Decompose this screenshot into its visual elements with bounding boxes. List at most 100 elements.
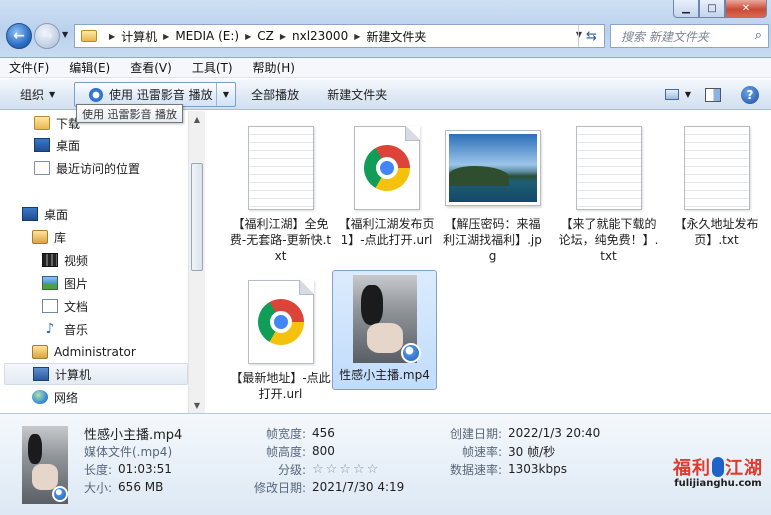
- breadcrumb: ▶ 计算机 ▶ MEDIA (E:) ▶ CZ ▶ nxl23000 ▶ 新建文…: [103, 28, 426, 45]
- sidebar-scrollbar[interactable]: ▲ ▼: [188, 111, 205, 413]
- sidebar-item-recent-places[interactable]: 最近访问的位置: [34, 157, 205, 179]
- sidebar-item-label: 桌面: [56, 138, 81, 153]
- download-folder-icon: [34, 116, 50, 130]
- menu-edit[interactable]: 编辑(E): [66, 59, 113, 76]
- search-placeholder: 搜索 新建文件夹: [621, 29, 709, 44]
- navigation-pane: 下载 桌面 最近访问的位置 桌面 库 视频 图片 文档 ♪ 音乐 Adminis…: [0, 111, 205, 413]
- file-item[interactable]: 【永久地址发布页】.txt: [664, 119, 769, 265]
- play-with-button[interactable]: 使用 迅雷影音 播放: [75, 83, 217, 106]
- menu-help[interactable]: 帮助(H): [250, 59, 298, 76]
- scrollbar-thumb[interactable]: [191, 163, 203, 271]
- play-all-label: 全部播放: [251, 87, 300, 102]
- file-item-selected[interactable]: 性感小主播.mp4: [332, 270, 437, 390]
- details-column-2: 帧宽度: 456 帧高度: 800 分级: ☆☆☆☆☆ 修改日期: 2021/7/30 …: [254, 424, 404, 496]
- file-list: 【福利江湖】全免费-无套路-更新快.txt 【福利江湖发布页1】-点此打开.ur…: [206, 111, 771, 413]
- text-file-icon: [683, 126, 750, 210]
- sidebar-item-label: 图片: [64, 276, 89, 291]
- minimize-button[interactable]: ▁: [673, 0, 699, 18]
- file-name: 【福利江湖】全免费-无套路-更新快.txt: [229, 217, 332, 263]
- forward-button[interactable]: →: [34, 23, 60, 49]
- breadcrumb-item[interactable]: 计算机: [121, 28, 157, 45]
- desktop-icon: [34, 138, 50, 152]
- refresh-button[interactable]: ⇆: [578, 25, 604, 47]
- chrome-url-icon: [353, 126, 420, 210]
- close-button[interactable]: ✕: [725, 0, 767, 18]
- details-bitrate-label: 数据速率:: [449, 462, 502, 477]
- sidebar-item-label: 库: [54, 230, 67, 245]
- text-file-icon: [575, 126, 642, 210]
- chevron-down-icon: ▼: [49, 89, 56, 99]
- menu-file[interactable]: 文件(F): [6, 59, 52, 76]
- back-button[interactable]: ←: [6, 23, 32, 49]
- menu-tools[interactable]: 工具(T): [189, 59, 236, 76]
- chevron-down-icon[interactable]: ▼: [685, 90, 691, 99]
- help-icon[interactable]: ?: [741, 85, 759, 104]
- scroll-up-icon[interactable]: ▲: [189, 111, 205, 127]
- sidebar-item-music[interactable]: ♪ 音乐: [42, 318, 205, 340]
- breadcrumb-item[interactable]: 新建文件夹: [366, 28, 426, 45]
- chrome-url-icon: [247, 280, 314, 364]
- sidebar-item-label: 计算机: [55, 367, 92, 382]
- sidebar-item-videos[interactable]: 视频: [42, 249, 205, 271]
- sidebar-item-network[interactable]: 网络: [32, 386, 205, 408]
- breadcrumb-item[interactable]: nxl23000: [292, 29, 348, 43]
- play-all-button[interactable]: 全部播放: [243, 81, 307, 107]
- breadcrumb-item[interactable]: MEDIA (E:): [175, 29, 239, 43]
- details-height: 800: [312, 444, 335, 458]
- arrow-left-icon: ←: [13, 28, 25, 44]
- file-item[interactable]: 【最新地址】-点此打开.url: [228, 273, 333, 419]
- file-item[interactable]: 【福利江湖】全免费-无套路-更新快.txt: [228, 119, 333, 265]
- address-bar[interactable]: ▶ 计算机 ▶ MEDIA (E:) ▶ CZ ▶ nxl23000 ▶ 新建文…: [74, 24, 605, 48]
- chrome-icon: [257, 299, 304, 345]
- recent-pages-dropdown[interactable]: ▼: [62, 30, 68, 39]
- sidebar-item-libraries[interactable]: 库: [32, 226, 205, 248]
- sidebar-item-label: 文档: [64, 299, 89, 314]
- arrow-right-icon: →: [41, 28, 53, 44]
- file-name: 【永久地址发布页】.txt: [674, 217, 759, 247]
- details-length: 01:03:51: [118, 462, 172, 476]
- details-size: 656 MB: [118, 480, 164, 494]
- sidebar-item-pictures[interactable]: 图片: [42, 272, 205, 294]
- chevron-right-icon[interactable]: ▶: [163, 32, 169, 41]
- chevron-right-icon[interactable]: ▶: [109, 32, 115, 41]
- sidebar-item-documents[interactable]: 文档: [42, 295, 205, 317]
- sidebar-item-label: 网络: [54, 390, 79, 405]
- file-item[interactable]: 【福利江湖发布页1】-点此打开.url: [334, 119, 439, 265]
- play-with-label: 使用 迅雷影音 播放: [109, 88, 213, 102]
- breadcrumb-item[interactable]: CZ: [257, 29, 274, 43]
- maximize-button[interactable]: □: [699, 0, 725, 18]
- sidebar-item-label: Administrator: [54, 345, 136, 359]
- search-icon[interactable]: ⌕: [755, 28, 762, 43]
- folder-icon: [81, 30, 97, 42]
- pictures-library-icon: [42, 276, 58, 290]
- menu-view[interactable]: 查看(V): [127, 59, 175, 76]
- sidebar-item-desktop[interactable]: 桌面: [22, 203, 205, 225]
- details-width-label: 帧宽度:: [265, 426, 306, 441]
- chevron-down-icon[interactable]: ▼: [217, 90, 235, 99]
- rating-stars-icon[interactable]: ☆☆☆☆☆: [312, 462, 380, 477]
- view-options-icon[interactable]: [664, 89, 679, 100]
- file-item[interactable]: 【来了就能下载的论坛，纯免费！】.txt: [556, 119, 661, 265]
- file-name: 【福利江湖发布页1】-点此打开.url: [338, 217, 435, 247]
- library-icon: [32, 230, 48, 244]
- watermark-logo: 福利 江湖 fulijianghu.com: [673, 454, 763, 489]
- details-created-label: 创建日期:: [449, 426, 502, 441]
- xunlei-player-badge-icon: [52, 486, 68, 502]
- scroll-down-icon[interactable]: ▼: [189, 397, 205, 413]
- new-folder-button[interactable]: 新建文件夹: [319, 81, 395, 107]
- window-controls: ▁ □ ✕: [673, 0, 767, 18]
- sidebar-item-label: 桌面: [44, 207, 69, 222]
- search-input[interactable]: 搜索 新建文件夹 ⌕: [610, 24, 769, 48]
- chevron-right-icon[interactable]: ▶: [354, 32, 360, 41]
- chevron-right-icon[interactable]: ▶: [280, 32, 286, 41]
- preview-pane-icon[interactable]: [705, 87, 721, 102]
- file-item[interactable]: 【解压密码：来福利江湖找福利】.jpg: [440, 119, 545, 265]
- details-column-3: 创建日期: 2022/1/3 20:40 帧速率: 30 帧/秒 数据速率: 1303…: [444, 424, 600, 478]
- details-modified-label: 修改日期:: [254, 480, 307, 495]
- video-library-icon: [42, 253, 58, 267]
- sidebar-item-desktop-fav[interactable]: 桌面: [34, 134, 205, 156]
- sidebar-item-administrator[interactable]: Administrator: [32, 341, 205, 363]
- sidebar-item-computer[interactable]: 计算机: [4, 363, 188, 385]
- organize-button[interactable]: 组织 ▼: [12, 81, 63, 107]
- chevron-right-icon[interactable]: ▶: [245, 32, 251, 41]
